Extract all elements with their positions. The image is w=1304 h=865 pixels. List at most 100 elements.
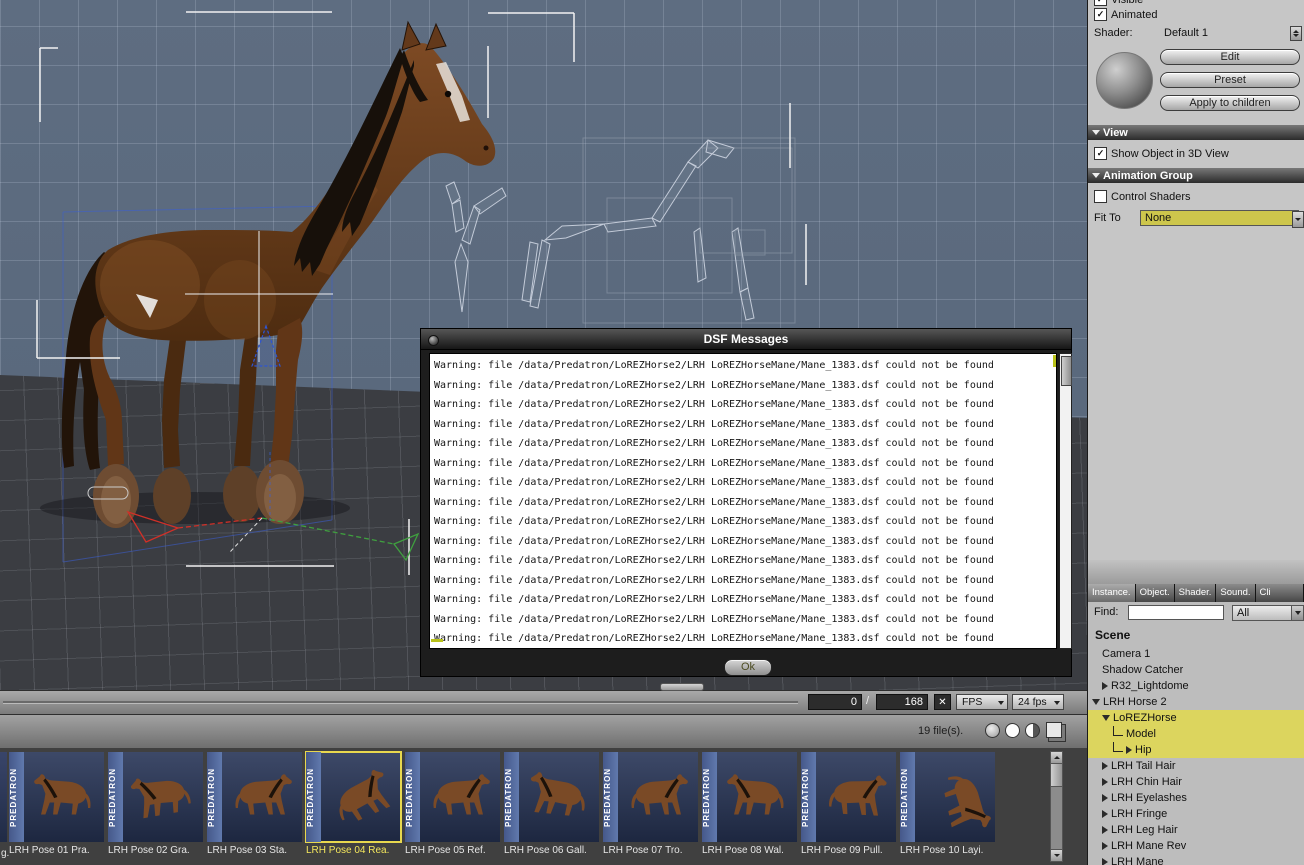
expand-arrow-icon[interactable] <box>1092 699 1100 705</box>
pose-thumbnail[interactable]: PREDATRON LRH Pose 06 Gall. <box>504 752 601 856</box>
current-frame-field[interactable]: 0 <box>808 694 862 710</box>
pose-label[interactable]: LRH Pose 06 Gall. <box>504 845 601 856</box>
ok-button[interactable]: Ok <box>724 659 772 676</box>
pose-image[interactable]: PREDATRON <box>504 752 599 842</box>
pose-image[interactable]: PREDATRON <box>207 752 302 842</box>
scroll-up-icon[interactable] <box>1051 752 1062 764</box>
scrollbar-thumb[interactable] <box>1061 356 1072 386</box>
dsf-messages-dialog[interactable]: DSF Messages Warning: file /data/Predatr… <box>420 328 1072 677</box>
show-object-checkbox[interactable]: ✓ <box>1094 147 1107 160</box>
pose-label[interactable]: LRH Pose 01 Pra. <box>9 845 106 856</box>
tab-instance[interactable]: Instance. <box>1088 584 1136 602</box>
pose-image[interactable]: PREDATRON <box>603 752 698 842</box>
tab-sound[interactable]: Sound. <box>1216 584 1256 602</box>
splitter-grip[interactable] <box>660 683 704 691</box>
filter-dropdown[interactable]: All <box>1232 605 1304 621</box>
expand-arrow-icon[interactable] <box>1102 810 1108 818</box>
scrubber-track[interactable] <box>3 701 798 704</box>
shader-dropdown-arrows-icon[interactable] <box>1290 26 1302 41</box>
viewport-3d[interactable]: DSF Messages Warning: file /data/Predatr… <box>0 0 1087 690</box>
pose-image[interactable]: PREDATRON <box>801 752 896 842</box>
tree-item-camera-1[interactable]: Camera 1 <box>1088 646 1304 662</box>
pose-label[interactable]: LRH Pose 04 Rea. <box>306 845 403 856</box>
view-mode-sphere-icon[interactable] <box>985 723 1000 738</box>
tree-item-lorezhorse[interactable]: LoREZHorse <box>1088 710 1304 726</box>
collapse-arrow-icon[interactable] <box>1092 130 1100 135</box>
fit-to-dropdown-arrow-icon[interactable] <box>1292 211 1304 228</box>
tree-item-lrh-fringe[interactable]: LRH Fringe <box>1088 806 1304 822</box>
expand-arrow-icon[interactable] <box>1102 682 1108 690</box>
expand-arrow-icon[interactable] <box>1102 762 1108 770</box>
tree-item-lrh-tail-hair[interactable]: LRH Tail Hair <box>1088 758 1304 774</box>
scrollbar-thumb[interactable] <box>1051 764 1062 787</box>
tree-item-r32_lightdome[interactable]: R32_Lightdome <box>1088 678 1304 694</box>
pose-thumbnail[interactable]: PREDATRON LRH Pose 10 Layi. <box>900 752 997 856</box>
tree-item-shadow-catcher[interactable]: Shadow Catcher <box>1088 662 1304 678</box>
dialog-scrollbar[interactable] <box>1059 353 1072 649</box>
pose-thumbnail[interactable]: PREDATRON LRH Pose 04 Rea. <box>305 751 403 856</box>
pose-image[interactable]: PREDATRON <box>305 751 402 843</box>
pose-image[interactable]: PREDATRON <box>108 752 203 842</box>
tree-item-lrh-mane[interactable]: LRH Mane <box>1088 854 1304 865</box>
tree-item-model[interactable]: Model <box>1088 725 1304 742</box>
pose-label[interactable]: LRH Pose 02 Gra. <box>108 845 205 856</box>
control-shaders-checkbox[interactable] <box>1094 190 1107 203</box>
pose-label[interactable]: LRH Pose 05 Ref. <box>405 845 502 856</box>
pose-image[interactable]: PREDATRON <box>702 752 797 842</box>
pose-image[interactable]: PREDATRON <box>405 752 500 842</box>
pose-thumbnail[interactable]: PREDATRON LRH Pose 05 Ref. <box>405 752 502 856</box>
tree-item-lrh-eyelashes[interactable]: LRH Eyelashes <box>1088 790 1304 806</box>
preset-button[interactable]: Preset <box>1160 72 1300 88</box>
dropdown-arrow-icon[interactable] <box>1291 606 1303 620</box>
shader-preview-sphere[interactable] <box>1096 52 1153 109</box>
loop-toggle-icon[interactable]: ✕ <box>934 694 951 710</box>
animated-checkbox[interactable]: ✓ <box>1094 8 1107 21</box>
pose-thumbnail[interactable]: PREDATRON LRH Pose 01 Pra. <box>9 752 106 856</box>
expand-arrow-icon[interactable] <box>1126 746 1132 754</box>
clipped-thumbnail[interactable] <box>0 752 7 842</box>
pose-thumbnail[interactable]: PREDATRON LRH Pose 02 Gra. <box>108 752 205 856</box>
tree-item-lrh-mane-rev[interactable]: LRH Mane Rev <box>1088 838 1304 854</box>
scroll-down-icon[interactable] <box>1051 849 1062 861</box>
view-section-header[interactable]: View <box>1088 125 1304 140</box>
visible-checkbox[interactable]: ✓ <box>1094 0 1107 6</box>
pose-label[interactable]: LRH Pose 09 Pull. <box>801 845 898 856</box>
fps-value-dropdown[interactable]: 24 fps <box>1012 694 1064 710</box>
total-frames-field[interactable]: 168 <box>876 694 928 710</box>
pose-image[interactable]: PREDATRON <box>900 752 995 842</box>
animation-group-section-header[interactable]: Animation Group <box>1088 168 1304 183</box>
pose-label[interactable]: LRH Pose 08 Wal. <box>702 845 799 856</box>
tree-item-hip[interactable]: Hip <box>1088 741 1304 758</box>
expand-arrow-icon[interactable] <box>1102 715 1110 721</box>
pose-label[interactable]: LRH Pose 07 Tro. <box>603 845 700 856</box>
fps-dropdown[interactable]: FPS <box>956 694 1008 710</box>
expand-arrow-icon[interactable] <box>1102 858 1108 865</box>
tree-item-lrh-horse-2[interactable]: LRH Horse 2 <box>1088 694 1304 710</box>
shader-value[interactable]: Default 1 <box>1164 27 1208 39</box>
fit-to-dropdown[interactable]: None <box>1140 210 1299 226</box>
pose-thumbnail[interactable]: PREDATRON LRH Pose 08 Wal. <box>702 752 799 856</box>
view-mode-flat-icon[interactable] <box>1005 723 1020 738</box>
tab-shader[interactable]: Shader. <box>1174 584 1217 602</box>
expand-arrow-icon[interactable] <box>1102 794 1108 802</box>
panel-splitter[interactable] <box>1088 560 1304 584</box>
pose-thumbnail[interactable]: PREDATRON LRH Pose 03 Sta. <box>207 752 304 856</box>
stack-view-icon[interactable] <box>1046 722 1062 738</box>
pose-label[interactable]: LRH Pose 03 Sta. <box>207 845 304 856</box>
dsf-message-list[interactable]: Warning: file /data/Predatron/LoREZHorse… <box>429 353 1057 649</box>
view-mode-split-icon[interactable] <box>1025 723 1040 738</box>
pose-thumbnail[interactable]: PREDATRON LRH Pose 07 Tro. <box>603 752 700 856</box>
expand-arrow-icon[interactable] <box>1102 842 1108 850</box>
pose-image[interactable]: PREDATRON <box>9 752 104 842</box>
tab-cli[interactable]: Cli <box>1255 584 1304 602</box>
tab-object[interactable]: Object. <box>1135 584 1175 602</box>
browser-scrollbar[interactable] <box>1050 751 1063 862</box>
edit-button[interactable]: Edit <box>1160 49 1300 65</box>
tree-item-lrh-leg-hair[interactable]: LRH Leg Hair <box>1088 822 1304 838</box>
pose-label[interactable]: LRH Pose 10 Layi. <box>900 845 997 856</box>
tree-item-lrh-chin-hair[interactable]: LRH Chin Hair <box>1088 774 1304 790</box>
apply-to-children-button[interactable]: Apply to children <box>1160 95 1300 111</box>
dialog-close-button[interactable] <box>428 335 439 346</box>
collapse-arrow-icon[interactable] <box>1092 173 1100 178</box>
expand-arrow-icon[interactable] <box>1102 778 1108 786</box>
